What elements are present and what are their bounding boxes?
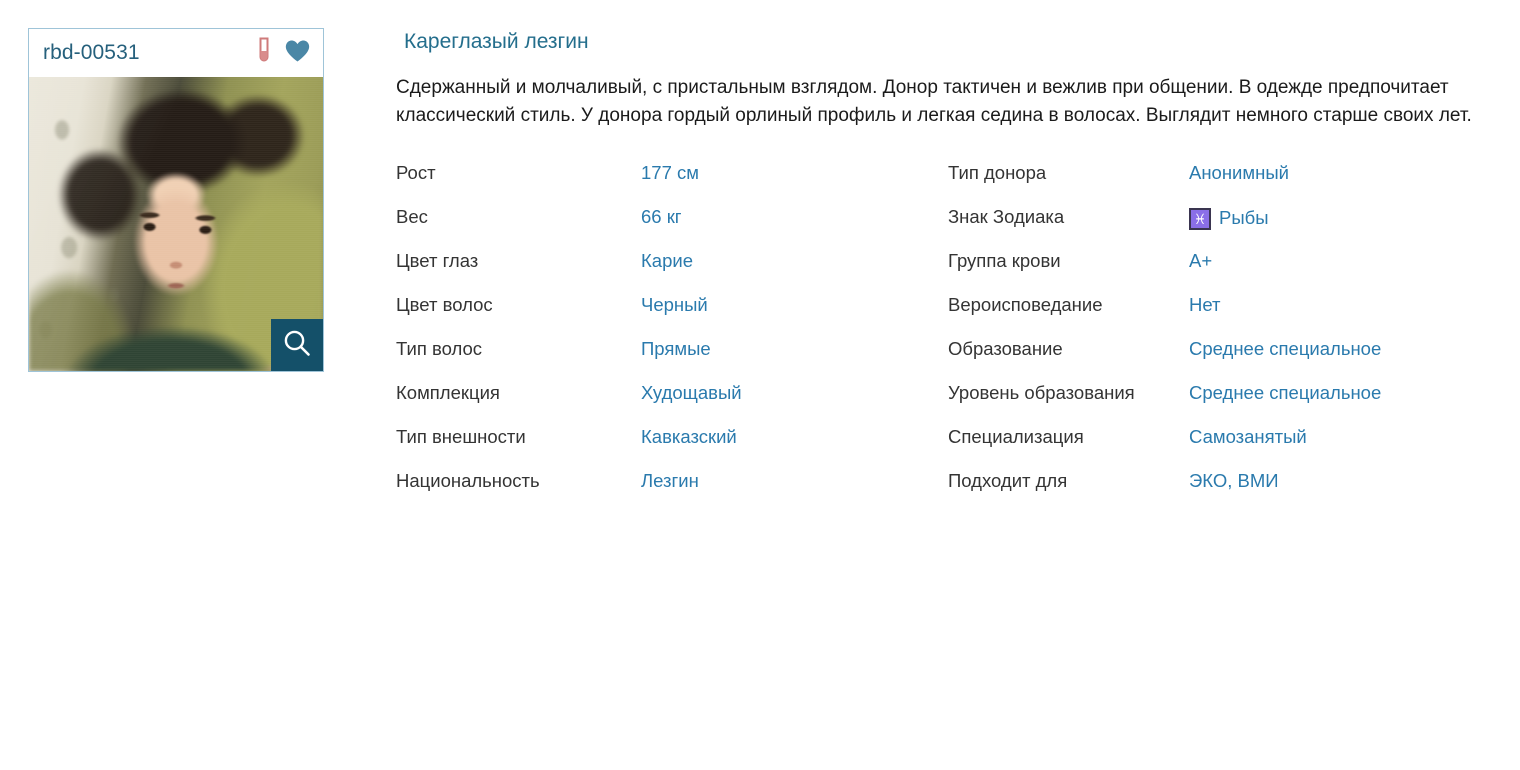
attribute-row: Вес 66 кг <box>396 206 948 250</box>
attribute-value: Среднее специальное <box>1189 338 1381 360</box>
attribute-value: Худощавый <box>641 382 742 404</box>
attribute-value: Лезгин <box>641 470 699 492</box>
attribute-row: Специализация Самозанятый <box>948 426 1488 470</box>
attribute-row: Тип донора Анонимный <box>948 162 1488 206</box>
attribute-value-text: A+ <box>1189 250 1213 271</box>
attribute-value-text: Лезгин <box>641 470 699 491</box>
attribute-row: Рост 177 см <box>396 162 948 206</box>
attribute-label: Подходит для <box>948 470 1068 491</box>
attribute-value-text: Самозанятый <box>1189 426 1307 447</box>
donor-details-panel: Кареглазый лезгин Сдержанный и молчаливы… <box>396 30 1496 514</box>
attribute-label: Тип донора <box>948 162 1047 183</box>
magnifier-icon <box>282 328 312 363</box>
attribute-value: A+ <box>1189 250 1212 272</box>
attribute-label: Группа крови <box>948 250 1061 271</box>
attribute-row: Знак Зодиака ♓ Рыбы <box>948 206 1488 250</box>
attribute-value-text: Черный <box>641 294 708 315</box>
attribute-label: Тип волос <box>396 338 483 359</box>
attribute-value: Среднее специальное <box>1189 382 1381 404</box>
attribute-label: Цвет глаз <box>396 250 479 271</box>
attribute-value: Анонимный <box>1189 162 1289 184</box>
attribute-value-text: Кавказский <box>641 426 737 447</box>
donor-photo[interactable] <box>29 77 323 371</box>
test-tube-icon[interactable] <box>256 37 272 70</box>
donor-card-icon-group <box>256 37 311 70</box>
attribute-row: Вероисповедание Нет <box>948 294 1488 338</box>
attribute-row: Цвет глаз Карие <box>396 250 948 294</box>
attribute-label: Комплекция <box>396 382 500 403</box>
attribute-row: Образование Среднее специальное <box>948 338 1488 382</box>
attribute-value: ♓ Рыбы <box>1189 207 1269 230</box>
attribute-value: Нет <box>1189 294 1221 316</box>
attribute-value-text: Худощавый <box>641 382 742 403</box>
donor-id-label: rbd-00531 <box>43 41 140 64</box>
attribute-value-text: ЭКО, ВМИ <box>1189 470 1279 491</box>
attribute-label: Цвет волос <box>396 294 493 315</box>
attributes-column-right: Тип донора Анонимный Знак Зодиака ♓ Рыбы Груп… <box>948 162 1488 514</box>
attribute-value-text: Карие <box>641 250 693 271</box>
donor-title: Кареглазый лезгин <box>404 30 589 53</box>
attribute-row: Уровень образования Среднее специальное <box>948 382 1488 426</box>
attribute-label: Национальность <box>396 470 540 491</box>
attribute-value-text: 66 кг <box>641 206 682 227</box>
attribute-value-text: 177 см <box>641 162 699 183</box>
attribute-value: Самозанятый <box>1189 426 1307 448</box>
attribute-label: Вероисповедание <box>948 294 1103 315</box>
donor-card: rbd-00531 <box>28 28 324 372</box>
attribute-row: Подходит для ЭКО, ВМИ <box>948 470 1488 514</box>
attribute-label: Уровень образования <box>948 382 1135 403</box>
attribute-label: Вес <box>396 206 428 227</box>
zodiac-pisces-icon: ♓ <box>1189 208 1211 230</box>
attribute-row: Комплекция Худощавый <box>396 382 948 426</box>
attribute-label: Тип внешности <box>396 426 526 447</box>
attributes-column-left: Рост 177 см Вес 66 кг Цвет глаз Карие Цвет вол… <box>396 162 948 514</box>
attribute-row: Группа крови A+ <box>948 250 1488 294</box>
attribute-label: Знак Зодиака <box>948 206 1065 227</box>
attribute-value-text: Нет <box>1189 294 1221 315</box>
attribute-value-text: Среднее специальное <box>1189 382 1382 403</box>
attribute-row: Тип внешности Кавказский <box>396 426 948 470</box>
attribute-value: Черный <box>641 294 708 316</box>
attribute-row: Цвет волос Черный <box>396 294 948 338</box>
attribute-value-text: Рыбы <box>1219 207 1269 228</box>
photo-zoom-button[interactable] <box>271 319 323 371</box>
attribute-value: ЭКО, ВМИ <box>1189 470 1279 492</box>
attribute-value-text: Прямые <box>641 338 711 359</box>
attribute-label: Образование <box>948 338 1063 359</box>
attribute-value: Кавказский <box>641 426 737 448</box>
attribute-label: Рост <box>396 162 436 183</box>
attribute-value-text: Анонимный <box>1189 162 1289 183</box>
attribute-row: Национальность Лезгин <box>396 470 948 514</box>
attribute-row: Тип волос Прямые <box>396 338 948 382</box>
donor-description: Сдержанный и молчаливый, с пристальным в… <box>396 77 1472 126</box>
attribute-value: 177 см <box>641 162 699 184</box>
attribute-value-text: Среднее специальное <box>1189 338 1382 359</box>
donor-attributes: Рост 177 см Вес 66 кг Цвет глаз Карие Цвет вол… <box>396 162 1496 514</box>
attribute-value: Карие <box>641 250 693 272</box>
heart-icon[interactable] <box>284 38 311 68</box>
donor-card-header: rbd-00531 <box>29 29 323 77</box>
attribute-label: Специализация <box>948 426 1084 447</box>
attribute-value: Прямые <box>641 338 711 360</box>
attribute-value: 66 кг <box>641 206 682 228</box>
